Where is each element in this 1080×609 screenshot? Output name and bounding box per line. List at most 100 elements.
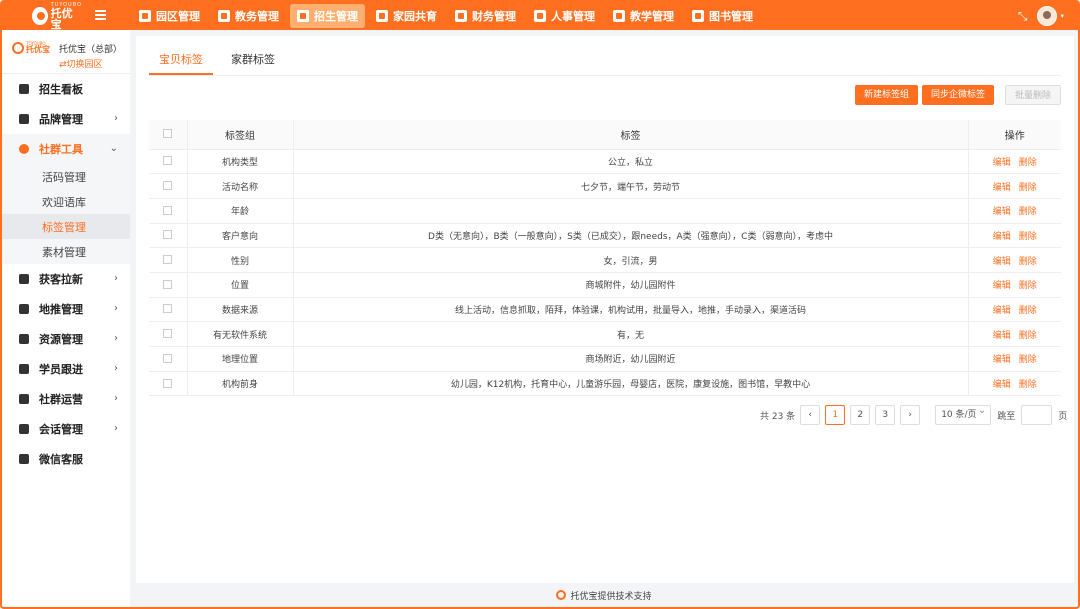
footer-logo-icon bbox=[556, 590, 567, 600]
prev-page-button[interactable]: ‹ bbox=[800, 405, 821, 425]
edit-link[interactable]: 编辑 bbox=[993, 281, 1011, 291]
row-checkbox[interactable] bbox=[163, 329, 173, 339]
sidebar-subitem-3[interactable]: 素材管理 bbox=[2, 239, 130, 264]
row-checkbox[interactable] bbox=[163, 304, 173, 314]
tab-1[interactable]: 家群标签 bbox=[221, 49, 285, 75]
page-button-1[interactable]: 1 bbox=[825, 405, 846, 425]
row-checkbox[interactable] bbox=[163, 353, 173, 363]
tags-cell: 幼儿园，K12机构，托育中心，儿童游乐园，母婴店，医院，康复设施，图书馆，早教中… bbox=[293, 371, 969, 397]
avatar[interactable] bbox=[1037, 6, 1058, 26]
sidebar-subitem-1[interactable]: 欢迎语库 bbox=[2, 189, 130, 214]
delete-link[interactable]: 删除 bbox=[1019, 380, 1037, 390]
sidebar-subitem-0[interactable]: 活码管理 bbox=[2, 164, 130, 189]
sidebar-item-label: 地推管理 bbox=[39, 303, 83, 316]
chevron-right-icon: › bbox=[114, 303, 118, 314]
delete-link[interactable]: 删除 bbox=[1019, 207, 1037, 217]
group-icon bbox=[19, 394, 29, 404]
nav-item-7[interactable]: 图书管理 bbox=[685, 4, 760, 28]
sidebar-item-bottom-5[interactable]: 会话管理 › bbox=[2, 414, 130, 444]
row-checkbox[interactable] bbox=[163, 205, 173, 215]
edit-link[interactable]: 编辑 bbox=[993, 183, 1011, 193]
row-checkbox[interactable] bbox=[163, 156, 173, 166]
main-panel: 宝贝标签 家群标签 新建标签组 同步企微标签 批量删除 标签组 标签 操作 机构类… bbox=[136, 36, 1074, 583]
edit-link[interactable]: 编辑 bbox=[993, 331, 1011, 341]
nav-item-5[interactable]: 人事管理 bbox=[527, 4, 602, 28]
edit-link[interactable]: 编辑 bbox=[993, 207, 1011, 217]
sidebar-item-community-tools[interactable]: 社群工具 ⌄ bbox=[2, 134, 130, 164]
row-checkbox[interactable] bbox=[163, 378, 173, 388]
delete-link[interactable]: 删除 bbox=[1019, 232, 1037, 242]
delete-link[interactable]: 删除 bbox=[1019, 306, 1037, 316]
row-checkbox[interactable] bbox=[163, 279, 173, 289]
edit-link[interactable]: 编辑 bbox=[993, 380, 1011, 390]
new-tag-group-button[interactable]: 新建标签组 bbox=[855, 85, 919, 105]
nav-item-6[interactable]: 教学管理 bbox=[606, 4, 681, 28]
select-all-checkbox[interactable] bbox=[163, 129, 173, 139]
brand-logo[interactable]: TUYOUBO 托优宝 bbox=[2, 2, 82, 30]
nav-item-label: 财务管理 bbox=[472, 10, 516, 23]
nav-item-0[interactable]: 园区管理 bbox=[132, 4, 207, 28]
sidebar-item-label: 社群运营 bbox=[39, 393, 83, 406]
delete-link[interactable]: 删除 bbox=[1019, 257, 1037, 267]
sidebar-subitem-2[interactable]: 标签管理 bbox=[2, 214, 130, 239]
edit-link[interactable]: 编辑 bbox=[993, 232, 1011, 242]
page-button-3[interactable]: 3 bbox=[875, 405, 896, 425]
next-page-button[interactable]: › bbox=[900, 405, 921, 425]
delete-link[interactable]: 删除 bbox=[1019, 355, 1037, 365]
sidebar-item-bottom-0[interactable]: 获客拉新 › bbox=[2, 264, 130, 294]
nav-item-1[interactable]: 教务管理 bbox=[211, 4, 286, 28]
person-icon bbox=[19, 304, 29, 314]
nav-item-label: 教务管理 bbox=[235, 10, 279, 23]
switch-campus-link[interactable]: ⇄切换园区 bbox=[59, 57, 103, 70]
tag-group-cell: 客户意向 bbox=[187, 223, 294, 249]
row-checkbox[interactable] bbox=[163, 230, 173, 240]
jump-unit: 页 bbox=[1058, 411, 1068, 422]
table-row: 地理位置 商场附近，幼儿园附近 编辑 删除 bbox=[149, 346, 1061, 372]
academic-icon bbox=[218, 10, 230, 22]
page-button-2[interactable]: 2 bbox=[850, 405, 871, 425]
table-row: 性别 女，引流，男 编辑 删除 bbox=[149, 247, 1061, 273]
row-select-cell bbox=[149, 346, 188, 372]
edit-link[interactable]: 编辑 bbox=[993, 158, 1011, 168]
pagination: 共 23 条 ‹ 123 › 10 条/页 跳至 页 bbox=[760, 402, 1068, 425]
batch-delete-button[interactable]: 批量删除 bbox=[1005, 85, 1062, 105]
tags-cell bbox=[293, 198, 969, 224]
delete-link[interactable]: 删除 bbox=[1019, 331, 1037, 341]
select-all-cell bbox=[149, 120, 188, 150]
chart-icon bbox=[19, 274, 29, 284]
page-size-select[interactable]: 10 条/页 bbox=[935, 402, 992, 425]
row-checkbox[interactable] bbox=[163, 255, 173, 265]
tag-group-cell: 活动名称 bbox=[187, 173, 294, 199]
nav-item-2[interactable]: 招生管理 bbox=[290, 4, 365, 28]
sidebar-item-bottom-6[interactable]: 微信客服 bbox=[2, 444, 130, 474]
sidebar-item-bottom-3[interactable]: 学员跟进 › bbox=[2, 354, 130, 384]
sidebar-item-label: 微信客服 bbox=[39, 453, 83, 466]
delete-link[interactable]: 删除 bbox=[1019, 183, 1037, 193]
sidebar-item-bottom-4[interactable]: 社群运营 › bbox=[2, 384, 130, 414]
delete-link[interactable]: 删除 bbox=[1019, 158, 1037, 168]
nav-item-4[interactable]: 财务管理 bbox=[448, 4, 523, 28]
sync-wecom-tags-button[interactable]: 同步企微标签 bbox=[922, 85, 995, 105]
jump-page-input[interactable] bbox=[1021, 405, 1053, 425]
tags-cell: 公立，私立 bbox=[293, 149, 969, 175]
chevron-down-icon[interactable]: ▾ bbox=[1060, 12, 1064, 20]
fullscreen-icon[interactable]: ⤡ bbox=[1018, 9, 1028, 24]
sidebar-item-top-1[interactable]: 品牌管理 › bbox=[2, 104, 130, 134]
sidebar-item-bottom-2[interactable]: 资源管理 › bbox=[2, 324, 130, 354]
follow-icon bbox=[19, 364, 29, 374]
table-row: 数据来源 线上活动，信息抓取，陌拜，体验课，机构试用，批量导入，地推，手动录入，渠… bbox=[149, 297, 1061, 323]
nav-item-3[interactable]: 家园共育 bbox=[369, 4, 444, 28]
table-row: 活动名称 七夕节，端午节，劳动节 编辑 删除 bbox=[149, 173, 1061, 199]
tag-group-cell: 机构类型 bbox=[187, 149, 294, 175]
edit-link[interactable]: 编辑 bbox=[993, 355, 1011, 365]
edit-link[interactable]: 编辑 bbox=[993, 306, 1011, 316]
delete-link[interactable]: 删除 bbox=[1019, 281, 1037, 291]
sidebar-item-top-0[interactable]: 招生看板 bbox=[2, 74, 130, 104]
menu-toggle-icon[interactable] bbox=[95, 10, 106, 20]
row-checkbox[interactable] bbox=[163, 181, 173, 191]
tab-0[interactable]: 宝贝标签 bbox=[149, 49, 213, 75]
edit-link[interactable]: 编辑 bbox=[993, 257, 1011, 267]
table-row: 客户意向 D类（无意向），B类（一般意向），S类（已成交），跟needs，A类（强… bbox=[149, 223, 1061, 249]
sidebar-item-bottom-1[interactable]: 地推管理 › bbox=[2, 294, 130, 324]
org-logo-name: 托优宝 bbox=[26, 45, 50, 54]
